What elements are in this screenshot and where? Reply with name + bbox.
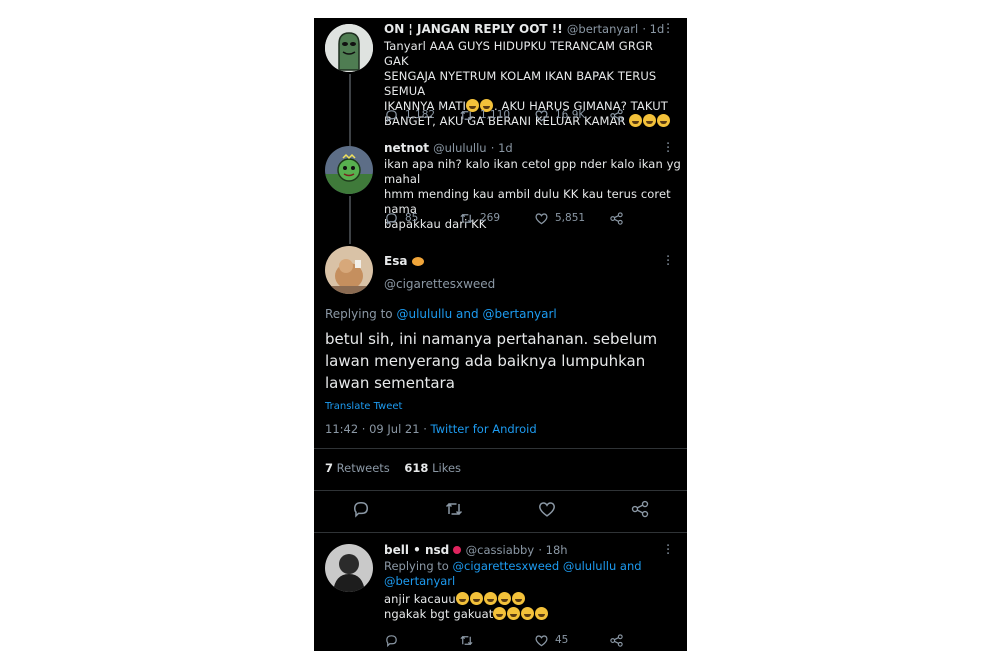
share-button[interactable] <box>609 633 624 648</box>
crying-emoji-icon <box>535 607 549 620</box>
tweet-timestamp: 11:42 · 09 Jul 21 · Twitter for Android <box>325 422 537 436</box>
tweet-time: · 18h <box>538 543 568 557</box>
twitter-thread-screen: ON ¦ JANGAN REPLY OOT !! @bertanyarl · 1… <box>314 18 687 651</box>
more-icon[interactable]: · · · <box>666 19 670 40</box>
tweet-author-name[interactable]: ON ¦ JANGAN REPLY OOT !! @bertanyarl · 1… <box>384 22 664 36</box>
divider <box>314 490 687 491</box>
avatar[interactable] <box>325 246 373 294</box>
tweet-author-name[interactable]: bell • nsd @cassiabby · 18h <box>384 543 568 557</box>
retweet-button[interactable] <box>459 633 474 648</box>
retweets-count[interactable]: 7 Retweets <box>325 461 390 475</box>
more-icon[interactable]: · · · <box>666 540 670 561</box>
retweet-icon[interactable] <box>444 499 464 519</box>
crying-emoji-icon <box>521 607 535 620</box>
main-author-name[interactable]: Esa <box>384 254 424 268</box>
replying-to: Replying to @ululullu and @bertanyarl <box>325 307 557 321</box>
crying-emoji-icon <box>483 592 497 605</box>
tweet-time: · 1d <box>490 141 513 155</box>
share-icon <box>610 211 623 225</box>
tweet-author-handle[interactable]: @cassiabby <box>466 543 535 557</box>
share-icon[interactable] <box>630 499 650 519</box>
avatar[interactable] <box>325 146 373 194</box>
pin-emoji-icon <box>453 546 462 554</box>
crying-emoji-icon <box>511 592 525 605</box>
main-tweet-text: betul sih, ini namanya pertahanan. sebel… <box>325 330 658 392</box>
tweet-actions: 1,182 1,110 16.9K <box>384 107 674 123</box>
crying-emoji-icon <box>493 607 507 620</box>
reply-button[interactable]: 1,182 <box>384 108 435 123</box>
reply-icon <box>386 634 397 647</box>
reply-button[interactable] <box>384 633 399 648</box>
tweet-text: anjir kacauu ngakak bgt gakuat <box>384 592 679 622</box>
divider <box>314 532 687 533</box>
crying-emoji-icon <box>497 592 511 605</box>
replying-users-link[interactable]: @ululullu and @bertanyarl <box>396 307 556 321</box>
client-link[interactable]: Twitter for Android <box>431 422 537 436</box>
like-icon <box>535 212 548 224</box>
reply-button[interactable]: 85 <box>384 211 418 226</box>
like-icon <box>535 109 548 121</box>
avatar[interactable] <box>325 544 373 592</box>
replying-to: Replying to @cigarettesxweed @ululullu a… <box>384 559 642 588</box>
crying-emoji-icon <box>507 607 521 620</box>
more-icon[interactable]: · · · <box>666 138 670 159</box>
tweet-author-name[interactable]: netnot @ululullu · 1d <box>384 141 513 155</box>
tweet-author-handle[interactable]: @bertanyarl <box>567 22 638 36</box>
retweet-icon <box>460 110 473 120</box>
retweet-button[interactable]: 269 <box>459 211 500 226</box>
retweet-icon <box>460 213 473 223</box>
tweet-actions: 85 269 5,851 <box>384 210 674 226</box>
more-icon[interactable]: · · · <box>666 251 670 272</box>
share-icon <box>610 108 623 122</box>
like-button[interactable]: 5,851 <box>534 211 585 226</box>
reply-icon <box>386 109 397 122</box>
translate-tweet-link[interactable]: Translate Tweet <box>325 401 402 412</box>
main-action-bar <box>314 499 687 521</box>
like-icon[interactable] <box>537 499 557 519</box>
engagement-stats: 7 Retweets 618 Likes <box>325 461 461 475</box>
reply-icon[interactable] <box>351 499 371 519</box>
replying-users-link[interactable]: @bertanyarl <box>384 574 455 588</box>
share-button[interactable] <box>609 108 624 123</box>
crying-emoji-icon <box>469 592 483 605</box>
replying-users-link[interactable]: @cigarettesxweed @ululullu and <box>453 559 642 573</box>
like-button[interactable]: 16.9K <box>534 108 585 123</box>
divider <box>314 448 687 449</box>
main-author-handle[interactable]: @cigarettesxweed <box>384 277 495 291</box>
like-button[interactable]: 45 <box>534 633 568 648</box>
tweet-author-handle[interactable]: @ululullu <box>433 141 486 155</box>
like-icon <box>535 634 548 646</box>
crying-emoji-icon <box>455 592 469 605</box>
share-icon <box>610 633 623 647</box>
retweet-icon <box>460 635 473 645</box>
thread-connector <box>349 74 351 146</box>
avatar[interactable] <box>325 24 373 72</box>
share-button[interactable] <box>609 211 624 226</box>
retweet-button[interactable]: 1,110 <box>459 108 510 123</box>
likes-count[interactable]: 618 Likes <box>404 461 461 475</box>
tweet-time: · 1d <box>642 22 665 36</box>
tweet-actions: 45 <box>384 632 674 648</box>
thread-connector <box>349 196 351 244</box>
reply-icon <box>386 212 397 225</box>
planet-emoji-icon <box>411 257 424 266</box>
